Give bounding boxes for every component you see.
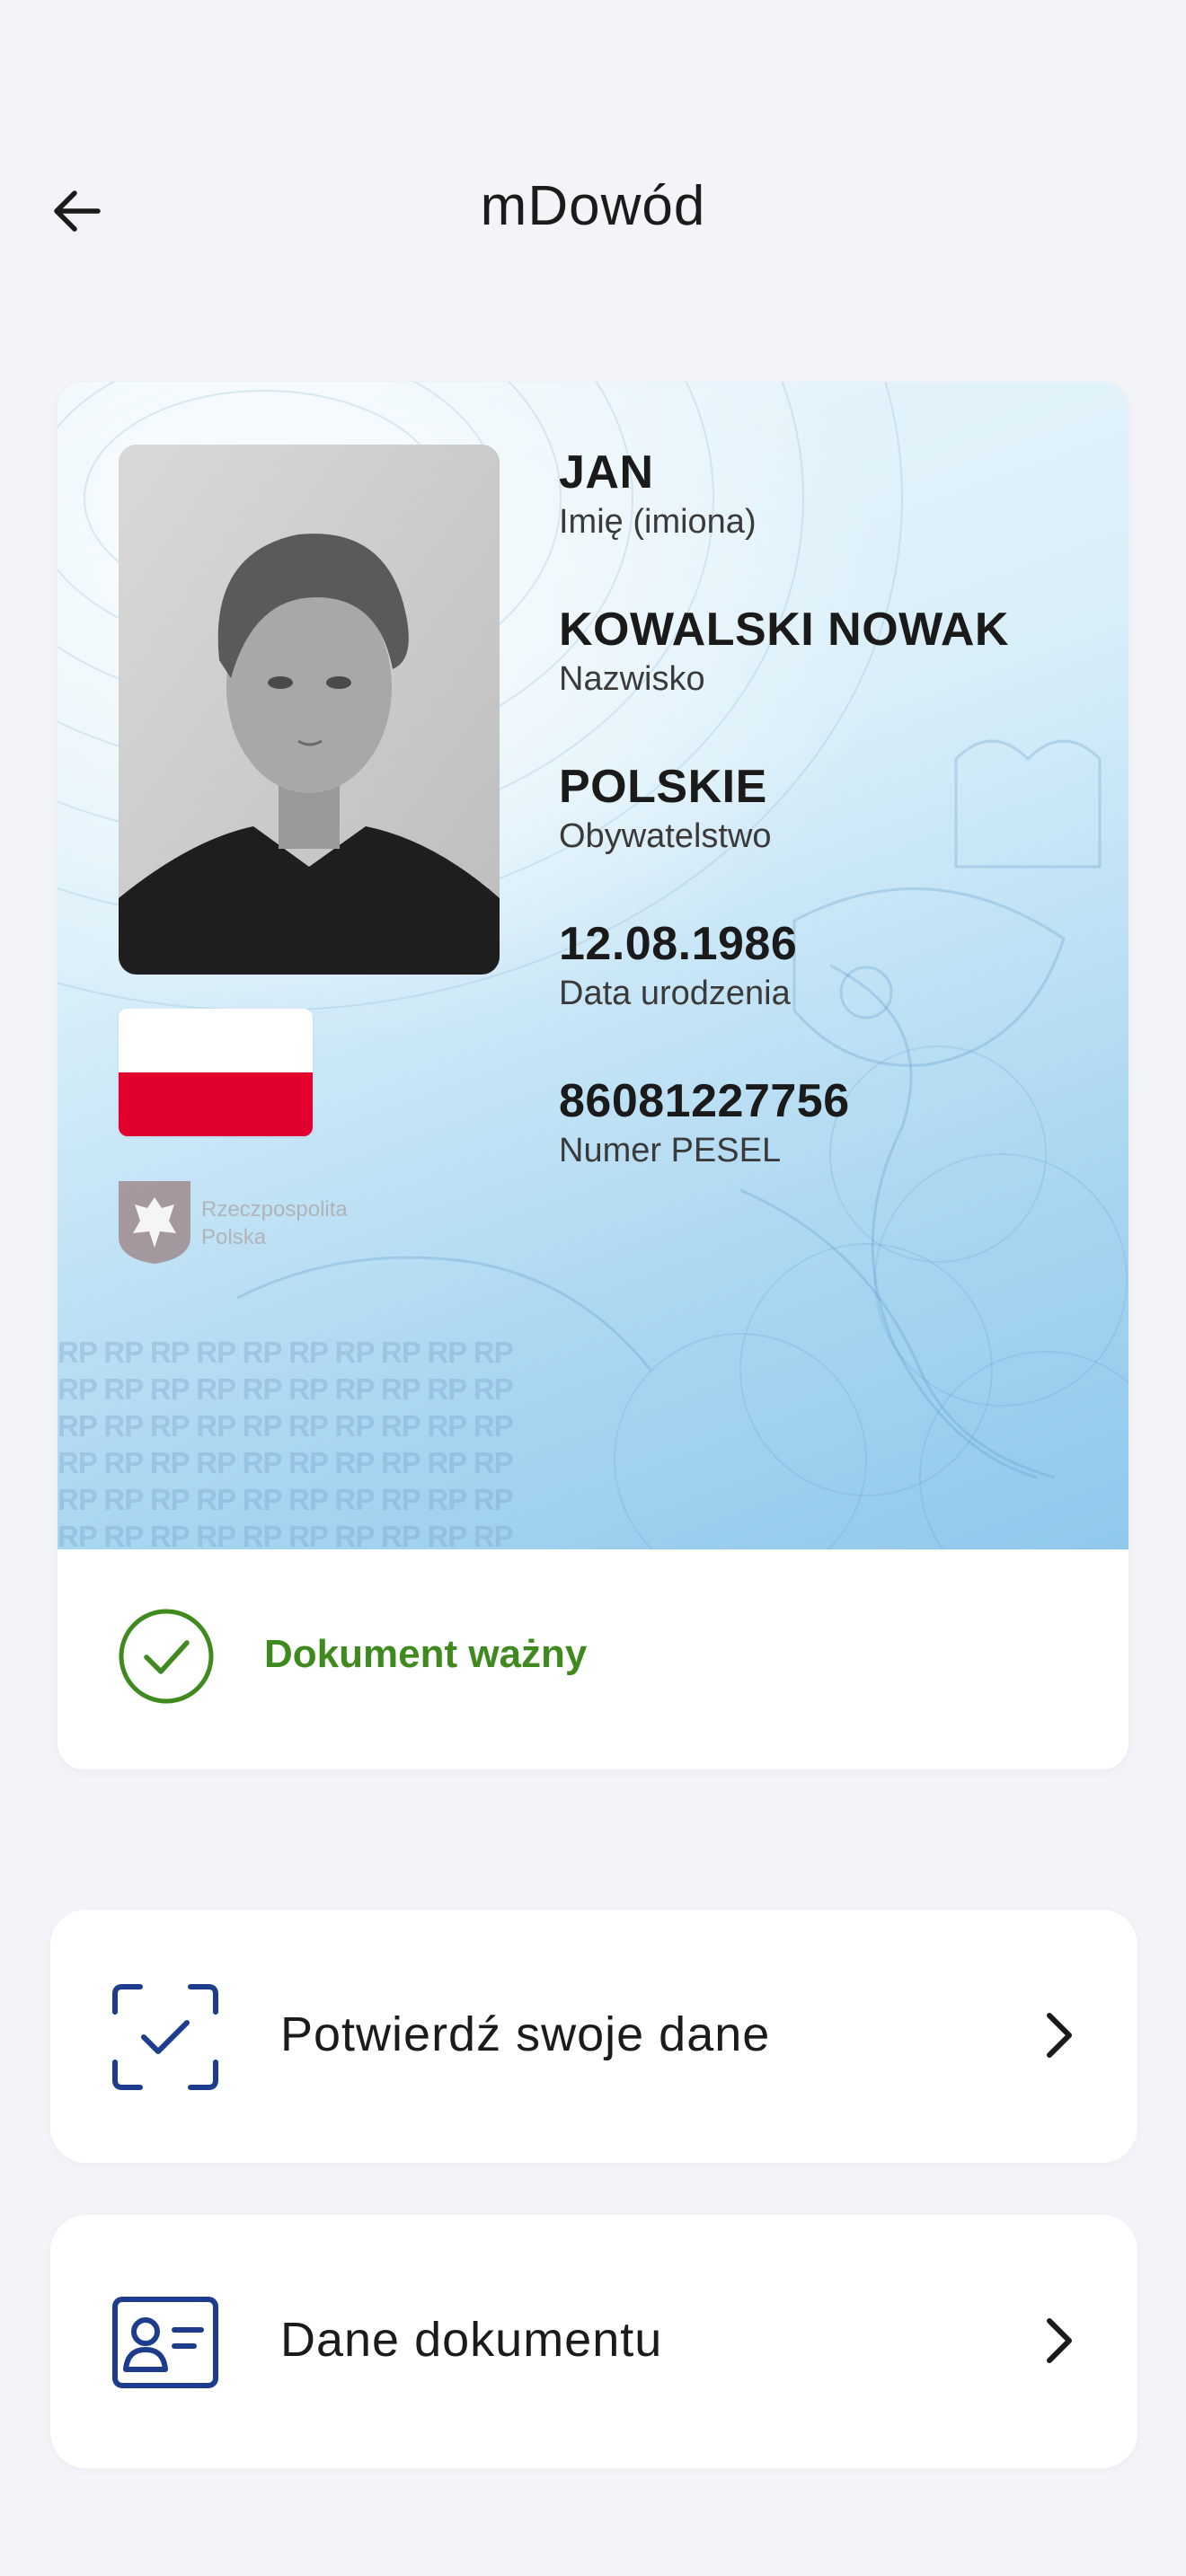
- field-surname: KOWALSKI NOWAK Nazwisko: [559, 602, 1098, 759]
- field-label: Nazwisko: [559, 660, 705, 698]
- field-birth-date: 12.08.1986 Data urodzenia: [559, 916, 1098, 1073]
- portrait-photo: [119, 445, 500, 975]
- eagle-emblem-icon: [119, 1181, 190, 1264]
- document-details-button[interactable]: Dane dokumentu: [50, 2215, 1137, 2468]
- polish-flag: [119, 1009, 313, 1136]
- page-title: mDowód: [480, 175, 706, 237]
- field-citizenship: POLSKIE Obywatelstwo: [559, 759, 1098, 916]
- id-card-face: Rzeczpospolita Polska RP RP RP RP RP RP …: [58, 382, 1128, 1549]
- field-pesel: 86081227756 Numer PESEL: [559, 1073, 1098, 1231]
- chevron-right-icon: [1047, 2318, 1072, 2363]
- id-card-icon: [112, 2297, 218, 2388]
- id-card[interactable]: Rzeczpospolita Polska RP RP RP RP RP RP …: [58, 382, 1128, 1769]
- field-value: KOWALSKI NOWAK: [559, 604, 1009, 656]
- field-label: Data urodzenia: [559, 975, 791, 1012]
- emblem-caption-line1: Rzeczpospolita: [201, 1197, 348, 1222]
- field-value: 86081227756: [559, 1075, 850, 1127]
- screen: mDowód Rzeczpospolita Polska RP RP RP RP…: [0, 0, 1186, 2576]
- field-value: POLSKIE: [559, 761, 767, 813]
- field-label: Imię (imiona): [559, 503, 757, 541]
- document-status: Dokument ważny: [58, 1549, 1128, 1769]
- field-first-name: JAN Imię (imiona): [559, 445, 1098, 602]
- field-value: 12.08.1986: [559, 918, 798, 970]
- document-details-label: Dane dokumentu: [280, 2313, 663, 2367]
- personal-data-fields: JAN Imię (imiona) KOWALSKI NOWAK Nazwisk…: [559, 445, 1098, 1231]
- confirm-data-button[interactable]: Potwierdź swoje dane: [50, 1910, 1137, 2163]
- chevron-right-icon: [1047, 2013, 1072, 2058]
- field-label: Numer PESEL: [559, 1132, 782, 1169]
- field-label: Obywatelstwo: [559, 817, 772, 855]
- field-value: JAN: [559, 446, 654, 498]
- check-circle-icon: [119, 1609, 214, 1704]
- header: mDowód: [0, 153, 1186, 260]
- rp-microtext: RP RP RP RP RP RP RP RP RP RP RP RP RP R…: [58, 1336, 514, 1549]
- confirm-data-label: Potwierdź swoje dane: [280, 2007, 771, 2061]
- scan-check-icon: [112, 1984, 218, 2090]
- emblem-caption-line2: Polska: [201, 1225, 267, 1249]
- status-text: Dokument ważny: [264, 1632, 588, 1676]
- emblem-caption: Rzeczpospolita Polska: [201, 1195, 348, 1251]
